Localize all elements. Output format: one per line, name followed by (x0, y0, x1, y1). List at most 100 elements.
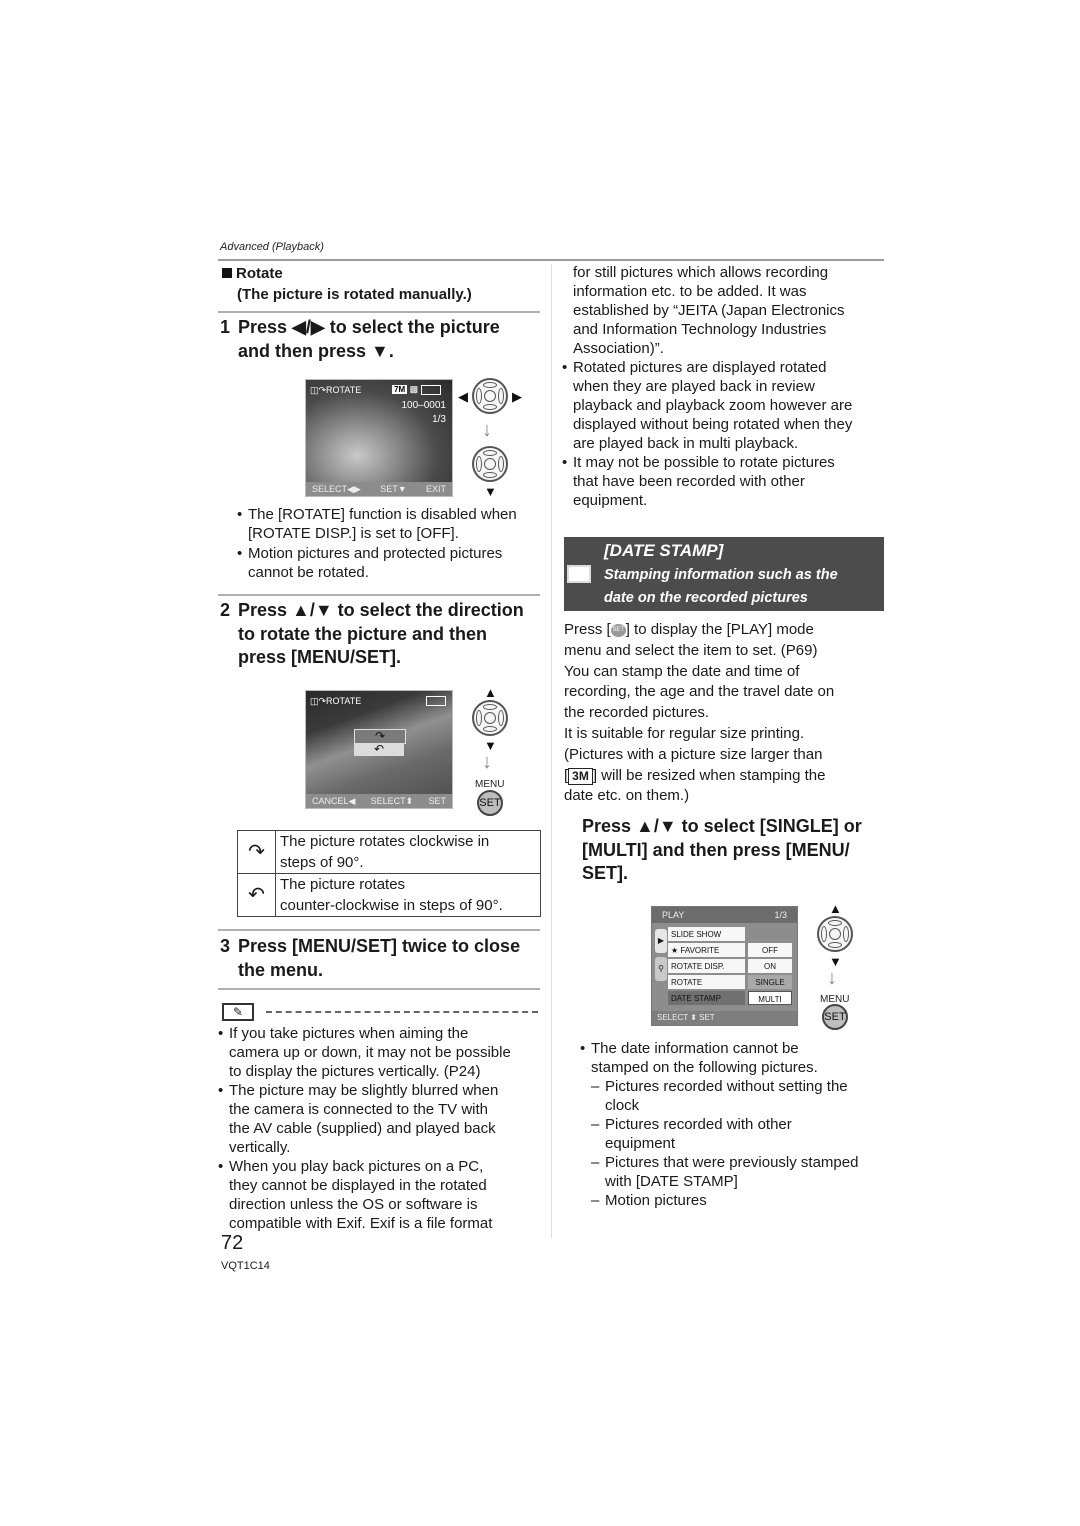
file-number: 100–0001 (401, 400, 447, 411)
note-dashed-rule (266, 1011, 538, 1013)
step-text: Press ◀/▶ to select the picture (238, 317, 500, 337)
screen-footer: SELECT◀▶ SET▼ EXIT (306, 482, 452, 496)
rotate-mode-label: ◫↷ROTATE (310, 696, 362, 706)
list-item: Pictures recorded with otherequipment (591, 1115, 890, 1153)
date-stamp-intro: Press [SET] to display the [PLAY] mode m… (564, 621, 835, 805)
option-single[interactable]: SINGLE (748, 975, 792, 989)
note-item: If you take pictures when aiming thecame… (218, 1024, 543, 1081)
step-text: Press ▲/▼ to select the direction (238, 600, 524, 620)
rotate-counterclockwise-icon: ↶ (237, 873, 276, 917)
menu-item-date-stamp[interactable]: DATE STAMP MULTI (668, 991, 795, 1006)
status-icons: 7M ▩ (392, 384, 441, 395)
note-item: The picture may be slightly blurred when… (218, 1081, 543, 1157)
camera-screen-rotate-direction: ◫↷ROTATE ↷ ↶ CANCEL◀ SELECT⬍ SET (305, 690, 453, 809)
menu-item-rotate[interactable]: ROTATE SINGLE (668, 975, 795, 990)
rotate-subtitle: (The picture is rotated manually.) (237, 286, 472, 303)
menu-set-icon: SET (610, 623, 626, 637)
down-flow-arrow-icon: ↓ (482, 419, 492, 441)
menu-set-button-icon: SET (477, 790, 503, 816)
play-menu-header: PLAY 1/3 (652, 907, 797, 923)
notes-right: Rotated pictures are displayed rotatedwh… (562, 358, 888, 510)
screen-footer: CANCEL◀ SELECT⬍ SET (306, 794, 452, 808)
down-arrow-icon: ▼ (484, 484, 497, 499)
divider (218, 311, 540, 313)
divider (218, 988, 540, 990)
table-row: ↷ The picture rotates clockwise in steps … (237, 830, 541, 874)
option-multi[interactable]: MULTI (748, 991, 792, 1005)
list-item: Pictures recorded without setting theclo… (591, 1077, 890, 1115)
left-arrow-icon: ◀ (458, 389, 468, 404)
step-text: and then press ▼. (238, 340, 394, 361)
step-text: Press [MENU/SET] twice to close (238, 936, 521, 956)
footer-select: SELECT◀▶ (312, 484, 361, 494)
step-number: 3 (220, 936, 231, 956)
black-square-icon (222, 268, 232, 278)
menu-item-rotate-disp[interactable]: ROTATE DISP. ON (668, 959, 795, 974)
list-item: Motion pictures (591, 1191, 890, 1210)
step-number: 1 (220, 317, 231, 337)
note-book-icon: ✎ (222, 1003, 254, 1021)
step-text: press [MENU/SET]. (238, 647, 402, 667)
date-stamp-title: [DATE STAMP] (604, 541, 724, 560)
footer-set: SET▼ (380, 484, 407, 494)
footer-set: SET (428, 796, 446, 806)
footer-exit: EXIT (425, 484, 446, 494)
section-label: Advanced (Playback) (220, 241, 324, 253)
menu-item-slide-show[interactable]: SLIDE SHOW (668, 927, 795, 942)
rotate-heading: Rotate (222, 264, 283, 284)
rotate-ccw-option[interactable]: ↶ (354, 743, 404, 756)
play-menu-footer: SELECT ⬍ SET (652, 1011, 797, 1025)
note-item: Motion pictures and protected pictures c… (237, 544, 542, 582)
step-text: to rotate the picture and then (238, 623, 488, 644)
date-stamp-limitations: The date information cannot bestamped on… (580, 1039, 890, 1210)
preview-photo (306, 380, 452, 496)
down-flow-arrow-icon: ↓ (827, 967, 837, 989)
right-arrow-icon: ▶ (512, 389, 522, 404)
date-stamp-icon (567, 565, 591, 583)
up-arrow-icon: ▲ (484, 685, 497, 700)
step-number: 2 (220, 600, 231, 620)
exif-continued: for still pictures which allows recordin… (573, 264, 845, 357)
footer-cancel: CANCEL◀ (312, 796, 356, 806)
table-row: ↶ The picture rotates counter-clockwise i… (237, 873, 541, 917)
menu-label: MENU (475, 779, 505, 790)
up-arrow-icon: ▲ (829, 901, 842, 916)
rotate-clockwise-icon: ↷ (237, 830, 276, 874)
dpad-icon (472, 378, 508, 414)
quality-icon: ▩ (409, 384, 419, 394)
dpad-icon (472, 446, 508, 482)
rotate-direction-table: ↷ The picture rotates clockwise in steps … (237, 830, 541, 917)
divider (218, 594, 540, 596)
step-select-single-multi: Press ▲/▼ to select [SINGLE] or [MULTI] a… (582, 816, 862, 883)
rotate-mode-label: ◫↷ROTATE (310, 385, 362, 395)
note-item: When you play back pictures on a PC,they… (218, 1157, 543, 1233)
dpad-icon (817, 916, 853, 952)
battery-icon (426, 696, 446, 708)
picture-counter: 1/3 (432, 414, 446, 425)
date-stamp-subtitle: Stamping information such as the date on … (604, 567, 838, 606)
menu-page-indicator: 1/3 (774, 910, 787, 920)
step-1: 1 Press ◀/▶ to select the picture and the… (220, 316, 545, 363)
table-cell: The picture rotates counter-clockwise in … (275, 873, 541, 917)
menu-item-favorite[interactable]: ★ FAVORITE OFF (668, 943, 795, 958)
battery-icon (420, 384, 441, 395)
note-item: It may not be possible to rotate picture… (562, 453, 888, 510)
list-item: Pictures that were previously stampedwit… (591, 1153, 890, 1191)
play-tab-icon[interactable]: ▶ (655, 929, 667, 953)
camera-screen-rotate-select: ◫↷ROTATE 7M ▩ 100–0001 1/3 SELECT◀▶ SET▼… (305, 379, 453, 497)
page-number: 72 (221, 1232, 244, 1254)
column-divider (551, 264, 552, 1238)
header-divider (218, 259, 884, 261)
step-3: 3 Press [MENU/SET] twice to close the men… (220, 935, 545, 982)
footer-select: SELECT⬍ (370, 796, 414, 806)
divider (218, 929, 540, 931)
setup-tab-icon[interactable]: ⚲ (655, 957, 667, 981)
picture-size-3m-badge: 3M (568, 767, 593, 785)
table-cell: The picture rotates clockwise in steps of… (275, 830, 541, 874)
menu-set-button-icon: SET (822, 1004, 848, 1030)
picture-size-badge: 7M (392, 385, 408, 394)
rotate-title: Rotate (236, 265, 283, 282)
note-item: The date information cannot bestamped on… (580, 1039, 890, 1077)
step-text: the menu. (238, 959, 324, 980)
step-2: 2 Press ▲/▼ to select the direction to ro… (220, 599, 545, 670)
